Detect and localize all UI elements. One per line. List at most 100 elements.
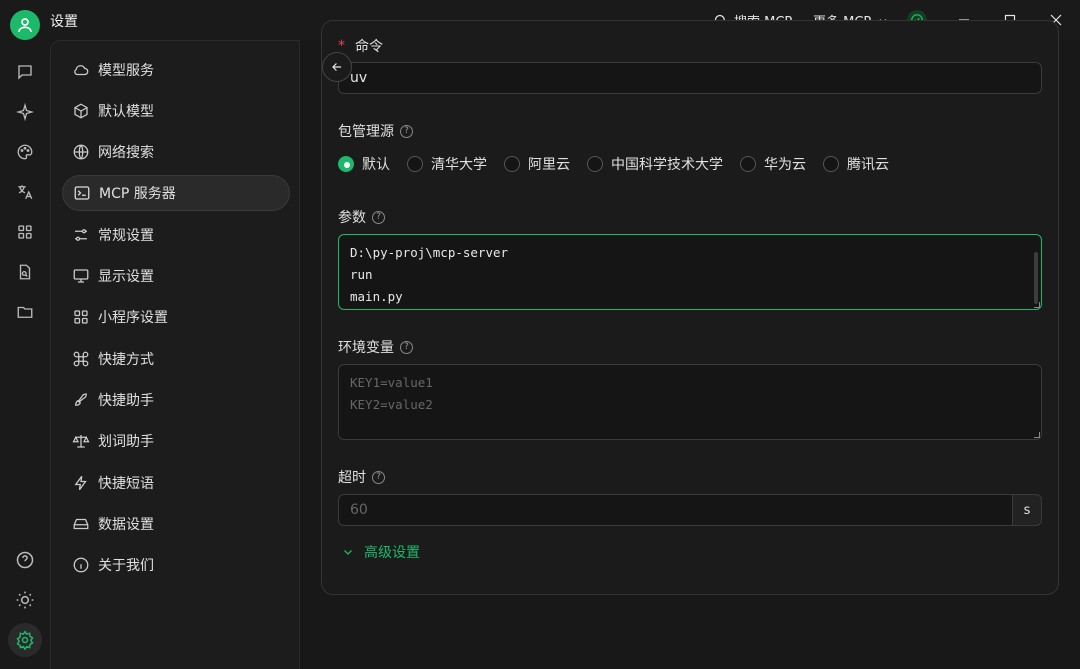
settings-gear-icon[interactable] bbox=[8, 623, 42, 657]
timeout-unit: s bbox=[1012, 494, 1042, 526]
package-source-label-text: 包管理源 bbox=[338, 124, 394, 140]
scale-icon bbox=[72, 435, 90, 448]
radio-tencent[interactable]: 腾讯云 bbox=[823, 154, 889, 174]
sidebar-item-web-search[interactable]: 网络搜索 bbox=[62, 134, 290, 170]
command-label: * 命令 bbox=[338, 36, 383, 56]
sidebar-item-display[interactable]: 显示设置 bbox=[62, 258, 290, 294]
back-button[interactable] bbox=[322, 52, 352, 82]
radio-tsinghua[interactable]: 清华大学 bbox=[407, 154, 487, 174]
sidebar-item-mcp-servers[interactable]: MCP 服务器 bbox=[62, 175, 290, 211]
env-label-text: 环境变量 bbox=[338, 340, 394, 356]
help-circle-icon[interactable]: ? bbox=[400, 340, 413, 354]
args-line: run bbox=[350, 267, 373, 282]
arrow-left-icon bbox=[332, 63, 342, 71]
sidebar-item-model-service[interactable]: 模型服务 bbox=[62, 52, 290, 88]
zap-icon bbox=[74, 475, 87, 491]
file-search-icon[interactable] bbox=[13, 260, 37, 284]
sidebar-item-label: 数据设置 bbox=[98, 517, 154, 533]
radio-unchecked-icon bbox=[823, 156, 839, 172]
resize-grip-icon[interactable] bbox=[1034, 432, 1040, 438]
radio-default[interactable]: 默认 bbox=[338, 154, 390, 174]
advanced-settings-toggle[interactable]: 高级设置 bbox=[342, 542, 420, 562]
env-placeholder-line: KEY1=value1 bbox=[350, 375, 433, 390]
sparkle-icon[interactable] bbox=[13, 100, 37, 124]
args-label-text: 参数 bbox=[338, 210, 366, 226]
icon-rail bbox=[0, 40, 50, 669]
sidebar-item-label: 模型服务 bbox=[98, 63, 154, 79]
sliders-icon bbox=[75, 229, 87, 241]
sidebar-item-label: 默认模型 bbox=[98, 104, 154, 120]
timeout-label: 超时 ? bbox=[338, 467, 385, 487]
folder-icon[interactable] bbox=[13, 300, 37, 324]
timeout-label-text: 超时 bbox=[338, 470, 366, 486]
args-label: 参数 ? bbox=[338, 207, 385, 227]
package-source-radio-group: 默认 清华大学 阿里云 中国科学技术大学 华为云 腾讯云 bbox=[338, 154, 906, 174]
radio-unchecked-icon bbox=[504, 156, 520, 172]
rocket-icon bbox=[75, 393, 87, 406]
sidebar-item-shortcuts[interactable]: 快捷方式 bbox=[62, 341, 290, 377]
env-placeholder-line: KEY2=value2 bbox=[350, 397, 433, 412]
args-textarea[interactable]: D:\py-proj\mcp-server run main.py bbox=[338, 234, 1042, 310]
cube-icon bbox=[74, 103, 88, 119]
radio-label: 中国科学技术大学 bbox=[611, 157, 723, 173]
radio-huawei[interactable]: 华为云 bbox=[740, 154, 806, 174]
command-input[interactable]: uv bbox=[338, 62, 1042, 94]
package-source-label: 包管理源 ? bbox=[338, 121, 413, 141]
sidebar-item-miniapps[interactable]: 小程序设置 bbox=[62, 299, 290, 335]
hard-drive-icon bbox=[73, 518, 89, 530]
apps-grid-icon[interactable] bbox=[13, 220, 37, 244]
timeout-input[interactable]: 60 bbox=[338, 494, 1013, 526]
radio-unchecked-icon bbox=[407, 156, 423, 172]
sidebar-item-label: 关于我们 bbox=[98, 558, 154, 574]
sidebar-item-label: 快捷短语 bbox=[98, 476, 154, 492]
args-scrollbar[interactable] bbox=[1034, 252, 1038, 304]
args-line: main.py bbox=[350, 289, 403, 304]
help-circle-icon[interactable]: ? bbox=[372, 470, 385, 484]
monitor-icon bbox=[73, 269, 89, 283]
sidebar-item-quick-phrases[interactable]: 快捷短语 bbox=[62, 465, 290, 501]
radio-aliyun[interactable]: 阿里云 bbox=[504, 154, 570, 174]
sidebar-item-about[interactable]: 关于我们 bbox=[62, 547, 290, 583]
info-icon bbox=[73, 557, 89, 573]
radio-label: 华为云 bbox=[764, 157, 806, 173]
radio-label: 阿里云 bbox=[528, 157, 570, 173]
radio-checked-icon bbox=[338, 156, 354, 172]
advanced-settings-label: 高级设置 bbox=[364, 545, 420, 561]
user-avatar[interactable] bbox=[10, 10, 40, 40]
radio-unchecked-icon bbox=[740, 156, 756, 172]
radio-label: 腾讯云 bbox=[847, 157, 889, 173]
cloud-icon bbox=[74, 65, 89, 76]
terminal-icon bbox=[74, 186, 90, 200]
help-icon[interactable] bbox=[13, 548, 37, 572]
theme-toggle-icon[interactable] bbox=[13, 588, 37, 612]
settings-sidebar: 模型服务 默认模型 网络搜索 MCP 服务器 常规设置 显示设置 小程序设置 快… bbox=[50, 40, 300, 669]
sidebar-item-label: 快捷助手 bbox=[98, 393, 154, 409]
sidebar-item-label: MCP 服务器 bbox=[99, 186, 176, 202]
radio-unchecked-icon bbox=[587, 156, 603, 172]
chevron-down-icon bbox=[344, 550, 352, 555]
args-line: D:\py-proj\mcp-server bbox=[350, 245, 509, 260]
help-circle-icon[interactable]: ? bbox=[400, 124, 413, 138]
chat-icon[interactable] bbox=[13, 60, 37, 84]
sidebar-item-data[interactable]: 数据设置 bbox=[62, 506, 290, 542]
sidebar-item-default-model[interactable]: 默认模型 bbox=[62, 93, 290, 129]
radio-label: 默认 bbox=[362, 157, 390, 173]
translate-icon[interactable] bbox=[13, 180, 37, 204]
sidebar-item-label: 显示设置 bbox=[98, 269, 154, 285]
sidebar-item-label: 网络搜索 bbox=[98, 145, 154, 161]
sidebar-item-selection-assistant[interactable]: 划词助手 bbox=[62, 423, 290, 459]
sidebar-item-label: 划词助手 bbox=[98, 434, 154, 450]
sidebar-item-label: 快捷方式 bbox=[98, 352, 154, 368]
help-circle-icon[interactable]: ? bbox=[372, 210, 385, 224]
main-content bbox=[300, 20, 1080, 669]
env-textarea[interactable]: KEY1=value1 KEY2=value2 bbox=[338, 364, 1042, 440]
radio-ustc[interactable]: 中国科学技术大学 bbox=[587, 154, 723, 174]
palette-icon[interactable] bbox=[13, 140, 37, 164]
sidebar-item-label: 小程序设置 bbox=[98, 310, 168, 326]
sidebar-item-quick-assistant[interactable]: 快捷助手 bbox=[62, 382, 290, 418]
grid-icon bbox=[74, 310, 88, 324]
sidebar-item-general[interactable]: 常规设置 bbox=[62, 217, 290, 253]
command-icon bbox=[73, 351, 89, 367]
resize-grip-icon[interactable] bbox=[1034, 302, 1040, 308]
radio-label: 清华大学 bbox=[431, 157, 487, 173]
